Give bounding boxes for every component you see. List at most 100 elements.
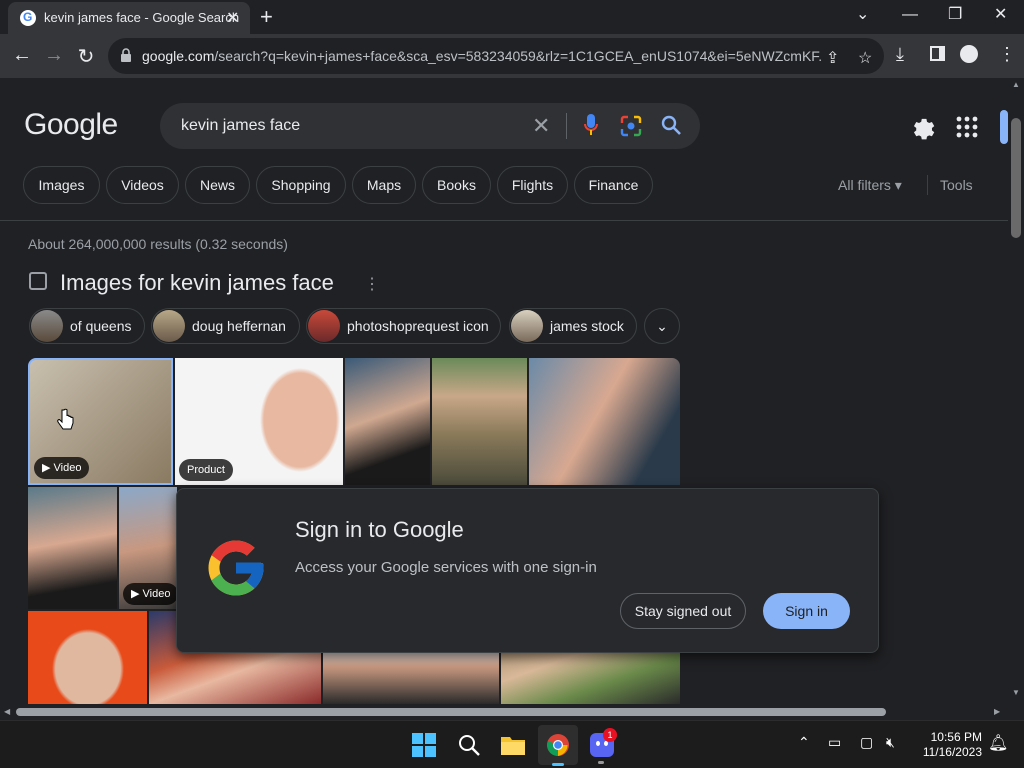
url-text: google.com/search?q=kevin+james+face&sca… [142, 48, 822, 64]
chrome-taskbar-button[interactable] [538, 725, 578, 766]
new-tab-icon[interactable]: + [260, 4, 273, 30]
profile-icon[interactable] [960, 45, 978, 63]
minimize-icon[interactable]: — [902, 6, 918, 24]
scroll-right-icon[interactable]: ▶ [994, 707, 1000, 716]
restore-icon[interactable]: ❐ [948, 4, 962, 24]
product-badge: Product [179, 459, 233, 481]
sign-in-button[interactable]: Sign in [763, 593, 850, 629]
show-hidden-icons-chevron-icon[interactable]: ⌃ [798, 734, 810, 751]
chip-flights[interactable]: Flights [497, 166, 568, 204]
running-app-indicator [598, 761, 604, 764]
chip-finance[interactable]: Finance [574, 166, 653, 204]
image-result[interactable]: ▶ Video [119, 487, 177, 609]
voice-search-icon[interactable] [584, 113, 598, 137]
related-chip-photoshoprequest-icon[interactable]: photoshoprequest icon [306, 308, 501, 344]
more-options-icon[interactable]: ⋮ [364, 274, 380, 294]
tab-strip: G kevin james face - Google Search ✕ + ⌄… [0, 0, 1024, 34]
page-scroll-indicator [1000, 110, 1008, 144]
windows-taskbar: 1 ⌃ ▭ ▢ 🔇︎ 10:56 PM 11/16/2023 🔔︎ [0, 720, 1024, 768]
stay-signed-out-button[interactable]: Stay signed out [620, 593, 746, 629]
battery-icon[interactable]: ▭ [828, 734, 841, 751]
image-result[interactable]: Product [175, 358, 343, 485]
bookmark-star-icon[interactable]: ☆ [858, 48, 872, 68]
google-apps-icon[interactable] [956, 116, 978, 138]
google-lens-icon[interactable] [620, 115, 642, 137]
chip-maps[interactable]: Maps [352, 166, 416, 204]
scroll-up-icon[interactable]: ▲ [1012, 80, 1020, 89]
dialog-heading: Sign in to Google [295, 517, 464, 542]
chrome-icon [547, 734, 569, 756]
notification-bell-icon[interactable]: 🔔︎ [988, 733, 1008, 753]
back-icon[interactable]: ← [10, 44, 34, 67]
image-result[interactable] [28, 487, 117, 609]
related-chip-james-stock[interactable]: james stock [509, 308, 637, 344]
dialog-body: Access your Google services with one sig… [295, 559, 597, 576]
side-panel-icon[interactable] [930, 46, 945, 61]
related-chip-of-queens[interactable]: of queens [29, 308, 145, 344]
browser-tab[interactable]: G kevin james face - Google Search ✕ [8, 2, 250, 34]
clear-search-icon[interactable]: ✕ [532, 113, 550, 139]
google-g-logo-icon [208, 540, 264, 596]
search-input[interactable]: kevin james face [181, 117, 300, 135]
forward-icon[interactable]: → [42, 44, 66, 67]
scroll-left-icon[interactable]: ◀ [4, 707, 10, 716]
tools-button[interactable]: Tools [940, 177, 973, 193]
search-box[interactable]: kevin james face ✕ [160, 103, 700, 149]
video-badge: ▶ Video [34, 457, 90, 479]
chip-shopping[interactable]: Shopping [256, 166, 346, 204]
address-bar[interactable]: google.com/search?q=kevin+james+face&sca… [108, 38, 884, 74]
display-icon[interactable]: ▢ [860, 734, 873, 751]
chip-images[interactable]: Images [23, 166, 100, 204]
file-explorer-icon[interactable] [500, 734, 526, 756]
chip-thumbnail [511, 310, 543, 342]
browser-toolbar: ← → ↻ google.com/search?q=kevin+james+fa… [0, 34, 1024, 78]
horizontal-scroll-thumb[interactable] [16, 708, 886, 716]
taskbar-search-icon[interactable] [457, 733, 481, 757]
search-icon[interactable] [660, 114, 682, 136]
window-close-icon[interactable]: ✕ [994, 4, 1007, 24]
menu-kebab-icon[interactable]: ⋮ [998, 44, 1016, 65]
download-icon[interactable]: ⤓ [896, 44, 904, 65]
image-result[interactable] [529, 358, 680, 485]
reload-icon[interactable]: ↻ [74, 44, 98, 69]
google-favicon-icon: G [20, 10, 36, 26]
more-chips-chevron-icon[interactable]: ⌄ [644, 308, 680, 344]
image-result[interactable] [345, 358, 430, 485]
images-section-title[interactable]: Images for kevin james face [60, 270, 334, 296]
horizontal-scrollbar[interactable]: ◀ ▶ [0, 704, 1008, 720]
vertical-scrollbar[interactable]: ▲ ▼ [1008, 78, 1024, 704]
tab-title: kevin james face - Google Search [44, 10, 240, 25]
chip-books[interactable]: Books [422, 166, 491, 204]
share-icon[interactable]: ⇪ [826, 48, 839, 68]
sign-in-dialog: Sign in to Google Access your Google ser… [176, 488, 879, 653]
image-result[interactable] [28, 611, 147, 704]
chip-thumbnail [308, 310, 340, 342]
filters-divider [927, 175, 928, 195]
hand-cursor-icon [57, 408, 74, 430]
header-divider [0, 220, 1008, 221]
video-badge: ▶ Video [123, 583, 177, 605]
active-app-indicator [552, 763, 564, 766]
settings-gear-icon[interactable] [908, 114, 936, 142]
chip-thumbnail [31, 310, 63, 342]
tab-search-chevron-icon[interactable]: ⌄ [856, 4, 869, 24]
system-clock[interactable]: 10:56 PM 11/16/2023 [918, 730, 982, 760]
volume-muted-icon[interactable]: 🔇︎ [886, 734, 895, 751]
vertical-scroll-thumb[interactable] [1011, 118, 1021, 238]
windows-start-icon[interactable] [412, 733, 436, 757]
chip-news[interactable]: News [185, 166, 250, 204]
scroll-down-icon[interactable]: ▼ [1012, 688, 1020, 697]
image-result[interactable] [432, 358, 527, 485]
all-filters-button[interactable]: All filters ▾ [838, 177, 902, 194]
lock-icon [121, 48, 131, 62]
result-stats: About 264,000,000 results (0.32 seconds) [28, 236, 288, 252]
image-icon [29, 272, 47, 290]
tab-close-icon[interactable]: ✕ [226, 8, 239, 28]
google-logo[interactable]: Google [24, 108, 118, 142]
clock-time: 10:56 PM [930, 730, 982, 744]
discord-eye [596, 741, 600, 746]
clock-date: 11/16/2023 [922, 745, 982, 759]
related-chip-doug-heffernan[interactable]: doug heffernan [151, 308, 300, 344]
image-result[interactable]: ▶ Video [28, 358, 173, 485]
chip-videos[interactable]: Videos [106, 166, 179, 204]
